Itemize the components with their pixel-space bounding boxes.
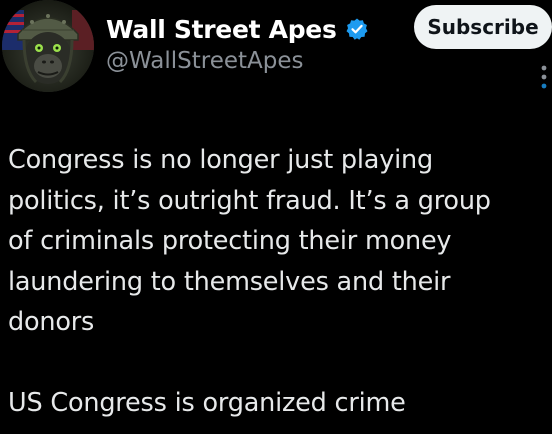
tweet-paragraph: Congress is no longer just playing polit… bbox=[8, 145, 491, 337]
display-name-row: Wall Street Apes bbox=[106, 12, 369, 46]
handle[interactable]: @WallStreetApes bbox=[106, 48, 304, 74]
verified-badge-icon bbox=[345, 17, 369, 41]
avatar[interactable] bbox=[2, 0, 94, 92]
more-vertical-icon[interactable] bbox=[538, 64, 550, 92]
tweet-paragraph: US Congress is organized crime bbox=[8, 387, 406, 418]
display-name[interactable]: Wall Street Apes bbox=[106, 15, 337, 44]
subscribe-button[interactable]: Subscribe bbox=[414, 5, 552, 49]
tweet-text: Congress is no longer just playing polit… bbox=[8, 140, 548, 423]
gorilla-soldier-avatar-icon bbox=[2, 0, 94, 92]
tweet-card: Wall Street Apes @WallStreetApes Subscri… bbox=[0, 0, 552, 434]
